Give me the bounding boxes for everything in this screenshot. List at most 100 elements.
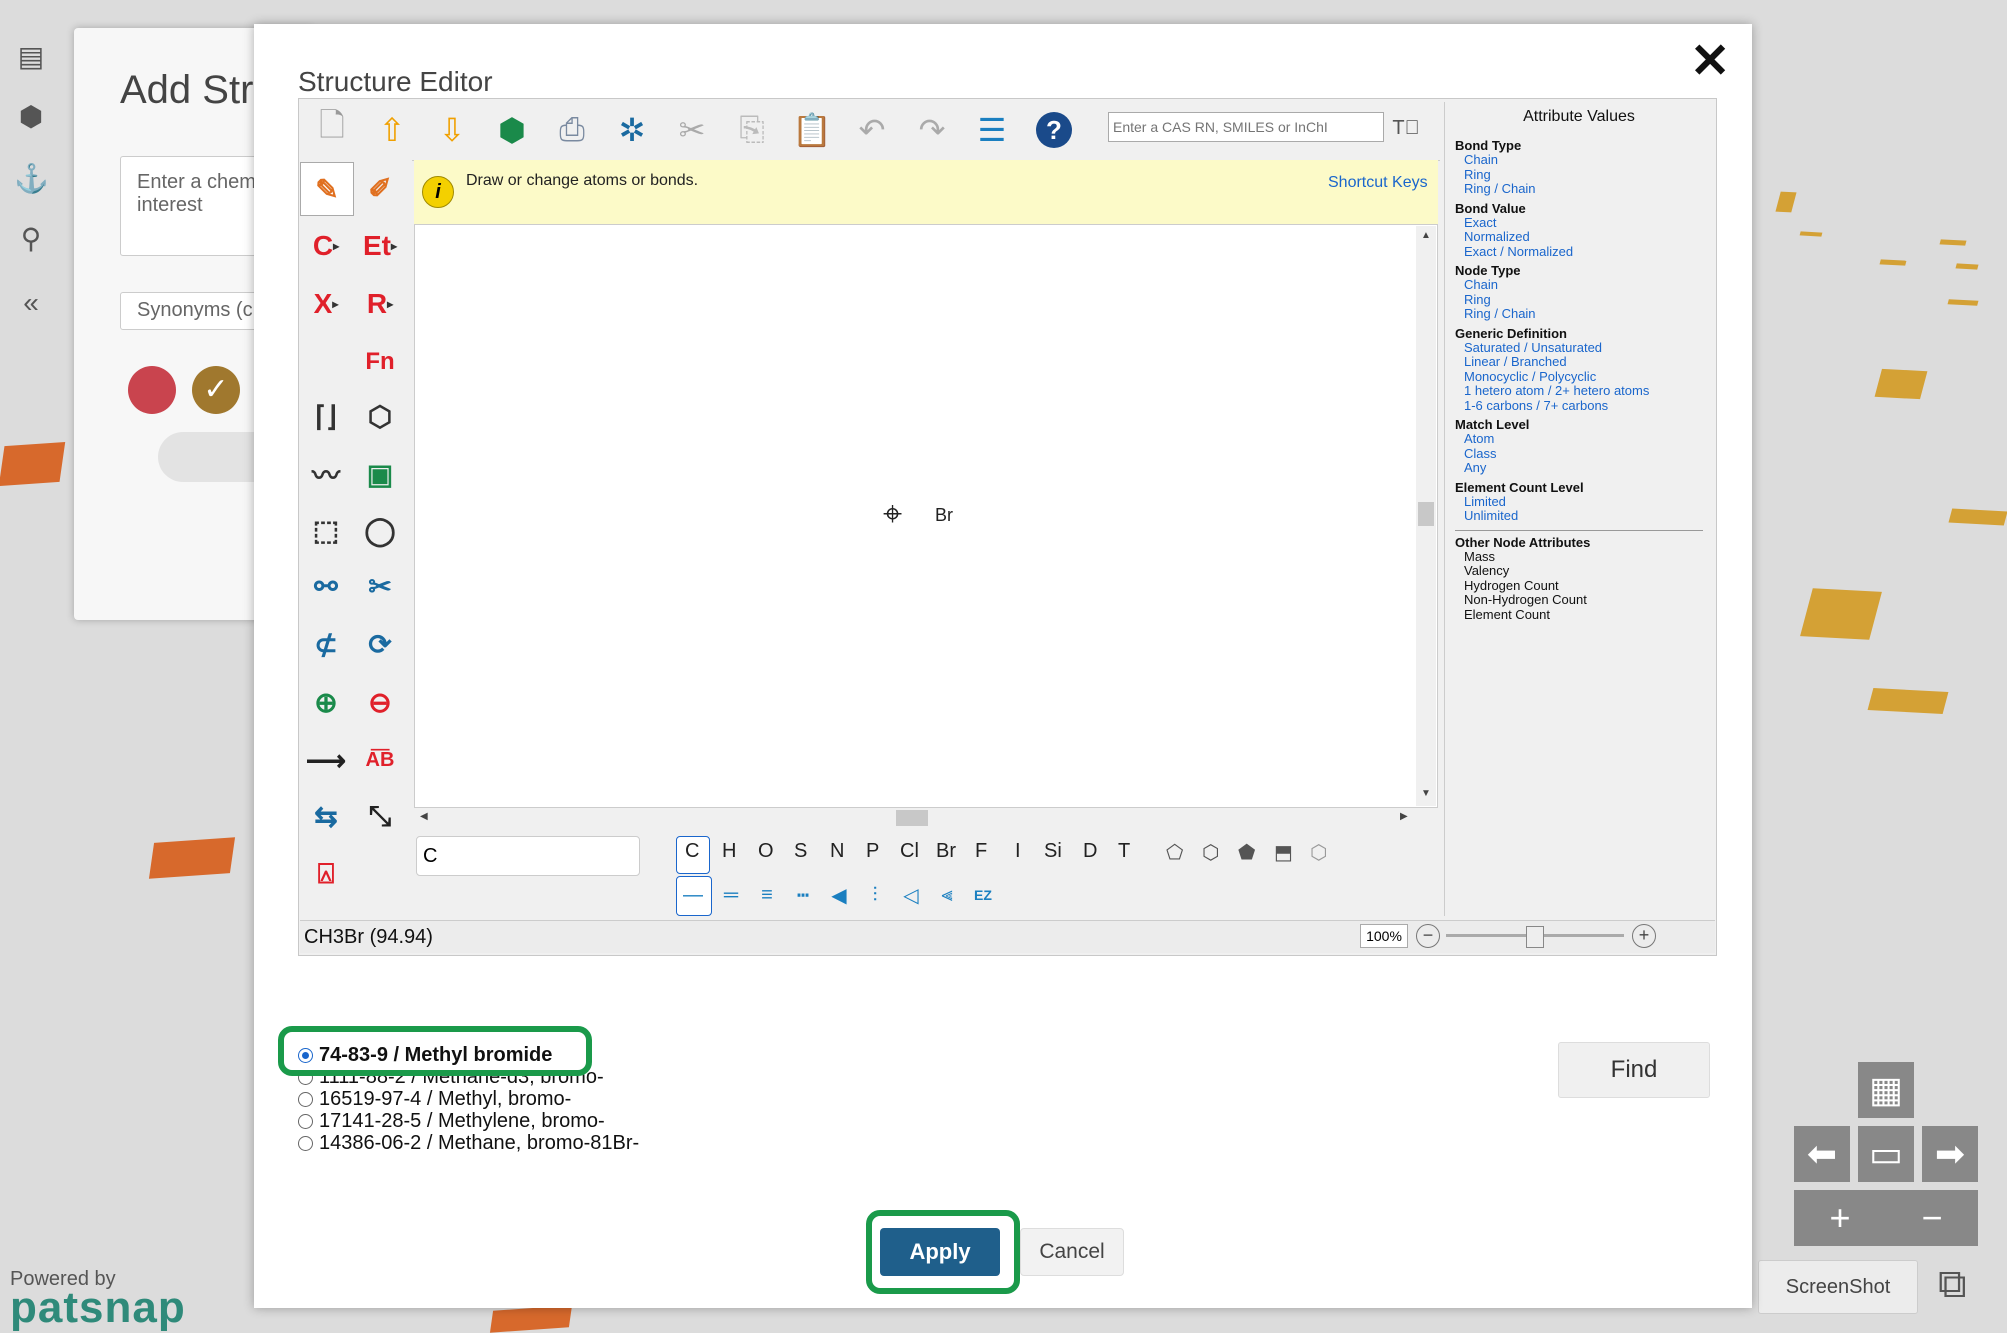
ring-3-icon[interactable]: ⬠ — [1166, 840, 1183, 865]
zoom-level[interactable]: 100% — [1360, 924, 1408, 948]
attr-item[interactable]: Hydrogen Count — [1455, 578, 1703, 594]
open-file-icon[interactable]: ⇧ — [370, 108, 414, 152]
atom-symbol-input[interactable] — [416, 836, 640, 876]
result-row[interactable]: 14386-06-2 / Methane, bromo-81Br- — [298, 1132, 639, 1154]
element-o[interactable]: O — [758, 840, 774, 863]
attr-link[interactable]: Limited — [1455, 494, 1703, 510]
list-icon[interactable]: ☰ — [970, 108, 1014, 152]
atom-crosshair-icon[interactable]: ⌖ — [883, 497, 902, 531]
ring-4-icon[interactable]: ⬒ — [1274, 840, 1293, 865]
element-d[interactable]: D — [1083, 840, 1097, 863]
rotate-icon[interactable]: ⟳ — [354, 618, 406, 670]
attr-link[interactable]: Normalized — [1455, 229, 1703, 245]
reaction-arrow-icon[interactable]: ⟶ — [300, 734, 352, 786]
zoom-in-icon[interactable]: + — [1794, 1190, 1886, 1246]
undo-icon[interactable]: ↶ — [850, 108, 894, 152]
element-s[interactable]: S — [794, 840, 807, 863]
structure-frame-icon[interactable]: ⍓ — [300, 848, 352, 900]
zoom-out-icon[interactable]: − — [1886, 1190, 1978, 1246]
paste-icon[interactable]: 📋 — [790, 108, 834, 152]
atom-mapping-icon[interactable]: A͞B — [354, 734, 406, 786]
zoom-slider-thumb[interactable] — [1526, 926, 1544, 948]
arrow-left-icon[interactable]: ⬅ — [1794, 1126, 1850, 1182]
attr-link[interactable]: Unlimited — [1455, 508, 1703, 524]
halogen-tool[interactable]: X ▸ — [300, 278, 352, 330]
arrow-right-icon[interactable]: ➡ — [1922, 1126, 1978, 1182]
structure-icon[interactable]: ⚓ — [14, 162, 49, 196]
element-p[interactable]: P — [866, 840, 879, 863]
element-t[interactable]: T — [1118, 840, 1130, 863]
selected-result[interactable]: 74-83-9 / Methyl bromide — [298, 1044, 552, 1066]
zoom-plus-icon[interactable]: + — [1632, 924, 1656, 948]
bracket-icon[interactable]: ⌈⌋ — [300, 390, 352, 442]
attr-link[interactable]: Ring / Chain — [1455, 181, 1703, 197]
attr-link[interactable]: Chain — [1455, 152, 1703, 168]
wedge-bond-icon[interactable]: ◀ — [824, 880, 854, 910]
view-front-icon[interactable]: ▭ — [1858, 1126, 1914, 1182]
cut-icon[interactable]: ✂ — [670, 108, 714, 152]
help-icon[interactable]: ? — [1032, 108, 1076, 152]
attr-link[interactable]: 1-6 carbons / 7+ carbons — [1455, 398, 1703, 414]
image-icon[interactable]: ▤ — [14, 40, 48, 74]
element-c[interactable]: C — [685, 840, 699, 863]
horizontal-scrollbar[interactable]: ◀ ▶ — [416, 808, 1416, 828]
ez-bond-icon[interactable]: EZ — [968, 880, 998, 910]
copy-icon[interactable]: ⎘ — [730, 108, 774, 152]
bromine-atom-label[interactable]: Br — [935, 505, 953, 526]
attach-icon[interactable]: ⚯ — [300, 560, 352, 612]
attr-link[interactable]: Atom — [1455, 431, 1703, 447]
attr-item[interactable]: Valency — [1455, 563, 1703, 579]
element-si[interactable]: Si — [1044, 840, 1062, 863]
rect-select-icon[interactable]: ⬚ — [300, 504, 352, 556]
zoom-minus-icon[interactable]: − — [1416, 924, 1440, 948]
element-f[interactable]: F — [975, 840, 987, 863]
triple-bond-icon[interactable]: ≡ — [752, 880, 782, 910]
screenshot-button[interactable]: ScreenShot — [1758, 1260, 1918, 1314]
template-tool-icon[interactable]: ▣ — [354, 448, 406, 500]
double-bond-icon[interactable]: ═ — [716, 880, 746, 910]
print-icon[interactable]: ⎙ — [550, 108, 594, 152]
eraser-icon[interactable]: ✐ — [354, 162, 406, 214]
attr-link[interactable]: Monocyclic / Polycyclic — [1455, 369, 1703, 385]
collapse-icon[interactable]: « — [14, 286, 48, 320]
element-h[interactable]: H — [722, 840, 736, 863]
attr-item[interactable]: Non-Hydrogen Count — [1455, 592, 1703, 608]
apply-button[interactable]: Apply — [880, 1228, 1000, 1276]
molecule-icon[interactable]: ⧉ — [1938, 1262, 1967, 1307]
cas-smiles-input[interactable] — [1108, 112, 1384, 142]
horizontal-scroll-thumb[interactable] — [896, 810, 928, 826]
charge-minus-icon[interactable]: ⊖ — [354, 676, 406, 728]
lasso-icon[interactable]: ◯ — [354, 504, 406, 556]
new-file-icon[interactable]: 🗋 — [310, 107, 354, 152]
cube-icon[interactable]: ⬢ — [14, 100, 48, 134]
element-n[interactable]: N — [830, 840, 844, 863]
save-file-icon[interactable]: ⇩ — [430, 108, 474, 152]
charge-plus-icon[interactable]: ⊕ — [300, 676, 352, 728]
result-row[interactable]: 16519-97-4 / Methyl, bromo- — [298, 1088, 571, 1110]
attr-link[interactable]: Ring — [1455, 167, 1703, 183]
resize-icon[interactable]: ⤡ — [354, 790, 406, 842]
check-icon[interactable]: ✓ — [192, 366, 240, 414]
chain-icon[interactable]: 〰 — [300, 448, 352, 500]
ring-tool-icon[interactable]: ⬡ — [354, 390, 406, 442]
attr-link[interactable]: Linear / Branched — [1455, 354, 1703, 370]
wedge-back-icon[interactable]: ◁ — [896, 880, 926, 910]
element-i[interactable]: I — [1015, 840, 1021, 863]
hash-bond-icon[interactable]: ⫶ — [860, 880, 890, 910]
functional-group-tool[interactable]: Fn — [354, 336, 406, 388]
attr-item[interactable]: Mass — [1455, 549, 1703, 565]
ethyl-group-tool[interactable]: Et ▸ — [354, 220, 406, 272]
template-icon[interactable]: ⬢ — [490, 108, 534, 152]
attr-link[interactable]: Exact — [1455, 215, 1703, 231]
result-radio[interactable] — [298, 1135, 313, 1151]
search-icon[interactable]: ⚲ — [14, 222, 48, 256]
attr-link[interactable]: Exact / Normalized — [1455, 244, 1703, 260]
detach-icon[interactable]: ✂ — [354, 560, 406, 612]
carbon-atom-tool[interactable]: C ▸ — [300, 220, 352, 272]
text-to-structure-icon[interactable]: T⃝ — [1390, 112, 1422, 144]
vertical-scroll-thumb[interactable] — [1418, 502, 1434, 526]
attr-link[interactable]: Chain — [1455, 277, 1703, 293]
flip-icon[interactable]: ⇆ — [300, 790, 352, 842]
r-group-tool[interactable]: R ▸ — [354, 278, 406, 330]
red-status-dot[interactable] — [128, 366, 176, 414]
